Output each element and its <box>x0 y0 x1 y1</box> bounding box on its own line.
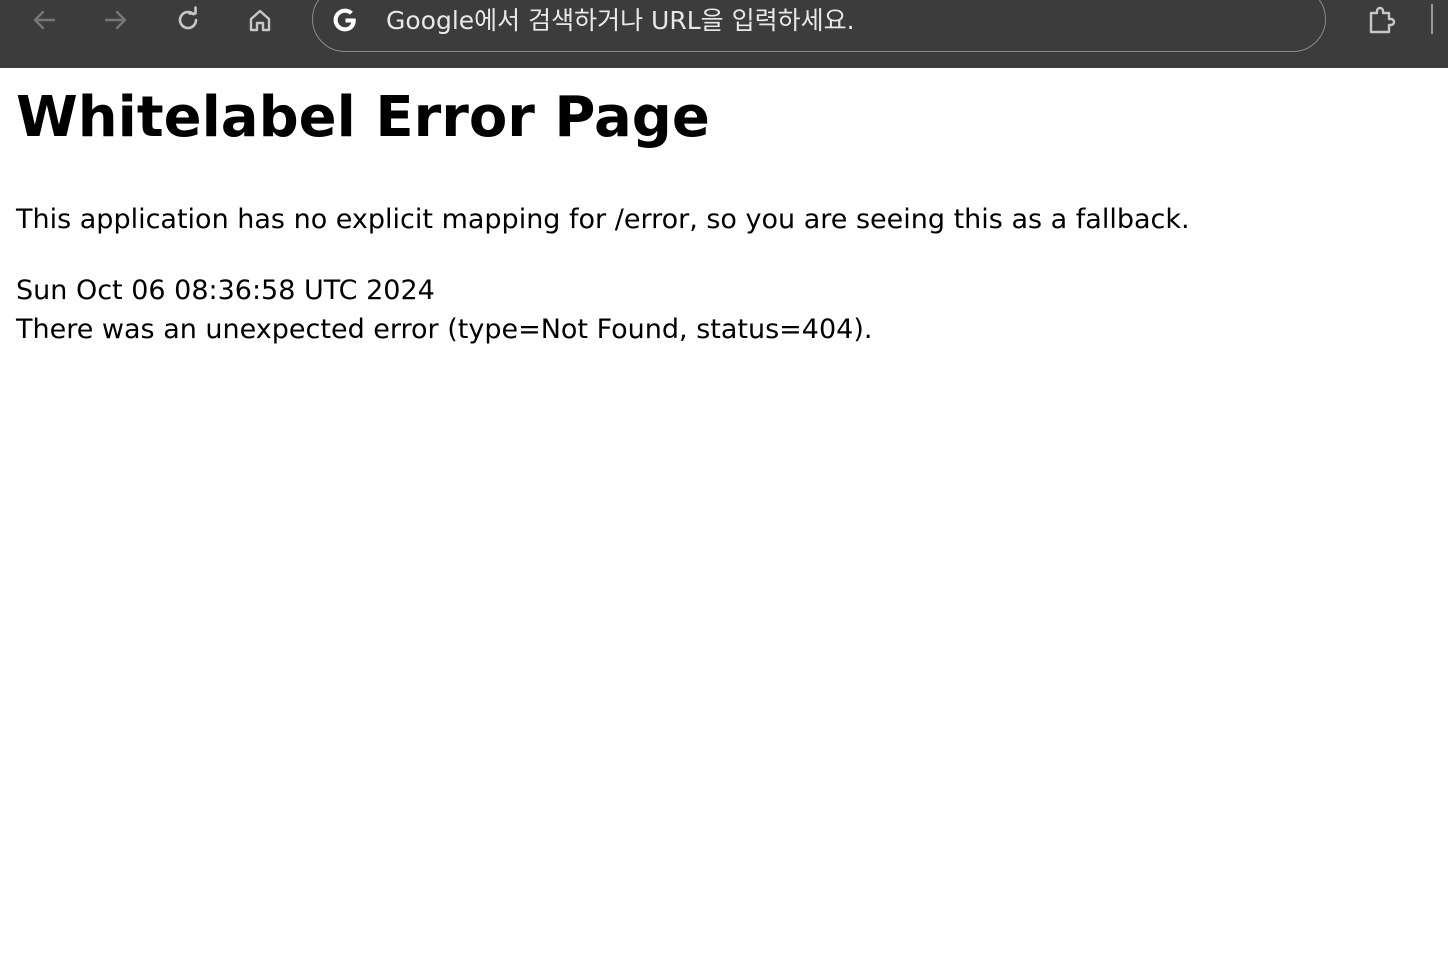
error-detail: There was an unexpected error (type=Not … <box>16 314 873 345</box>
extensions-button[interactable] <box>1362 0 1402 40</box>
google-g-icon <box>333 8 356 32</box>
fallback-message: This application has no explicit mapping… <box>16 204 1190 235</box>
reload-icon <box>178 6 198 30</box>
error-timestamp: Sun Oct 06 08:36:58 UTC 2024 <box>16 275 435 306</box>
home-icon <box>249 9 271 32</box>
toolbar-divider <box>1431 4 1433 34</box>
back-button[interactable] <box>24 0 64 40</box>
forward-arrow-icon <box>104 10 127 30</box>
home-button[interactable] <box>240 0 280 40</box>
extensions-icon <box>1369 6 1396 34</box>
browser-toolbar: Google에서 검색하거나 URL을 입력하세요. <box>0 0 1448 68</box>
page-title: Whitelabel Error Page <box>16 85 710 150</box>
back-arrow-icon <box>33 10 56 30</box>
forward-button[interactable] <box>96 0 136 40</box>
reload-button[interactable] <box>168 0 208 40</box>
omnibox-placeholder: Google에서 검색하거나 URL을 입력하세요. <box>386 6 855 35</box>
